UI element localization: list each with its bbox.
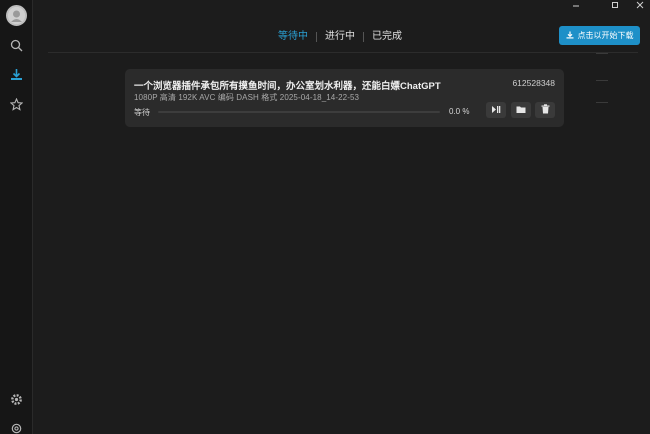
download-all-button[interactable]: 点击以开始下载 [559,26,640,45]
status-tabs: 等待中 进行中 已完成 [270,30,410,44]
avatar[interactable] [6,5,27,26]
folder-icon [516,101,526,119]
close-icon[interactable] [630,0,650,10]
download-all-label: 点击以开始下载 [577,31,634,40]
sidebar [0,0,33,434]
edge-mark [596,102,608,103]
task-meta: 1080P 高清 192K AVC 编码 DASH 格式 2025-04-18_… [134,93,360,102]
play-pause-icon [491,101,501,119]
progress-bar [158,111,440,113]
settings-icon[interactable] [8,391,25,408]
task-title: 一个浏览器插件承包所有摸鱼时间，办公室划水利器，还能白嫖ChatGPT [134,81,441,92]
download-icon[interactable] [8,66,25,83]
minimize-icon[interactable] [566,0,586,10]
edge-mark [596,53,608,54]
tab-waiting[interactable]: 等待中 [270,31,316,43]
edge-mark [596,80,608,81]
task-status: 等待 [134,108,150,117]
search-icon[interactable] [8,37,25,54]
task-id: 612528348 [512,78,555,88]
open-folder-button[interactable] [511,102,531,118]
trash-icon [541,101,550,119]
gear-icon[interactable] [8,420,25,434]
task-card: 一个浏览器插件承包所有摸鱼时间，办公室划水利器，还能白嫖ChatGPT 6125… [125,69,564,127]
app-window: 等待中 进行中 已完成 点击以开始下载 一个浏览器插件承包所有摸鱼时间，办公室划… [0,0,650,434]
play-pause-button[interactable] [486,102,506,118]
delete-button[interactable] [535,102,555,118]
tab-in-progress[interactable]: 进行中 [317,31,363,43]
maximize-icon[interactable] [605,0,625,10]
download-icon [566,31,574,41]
star-icon[interactable] [8,96,25,113]
header-divider [48,52,638,53]
task-percent: 0.0 % [449,107,470,116]
tab-completed[interactable]: 已完成 [364,31,410,43]
